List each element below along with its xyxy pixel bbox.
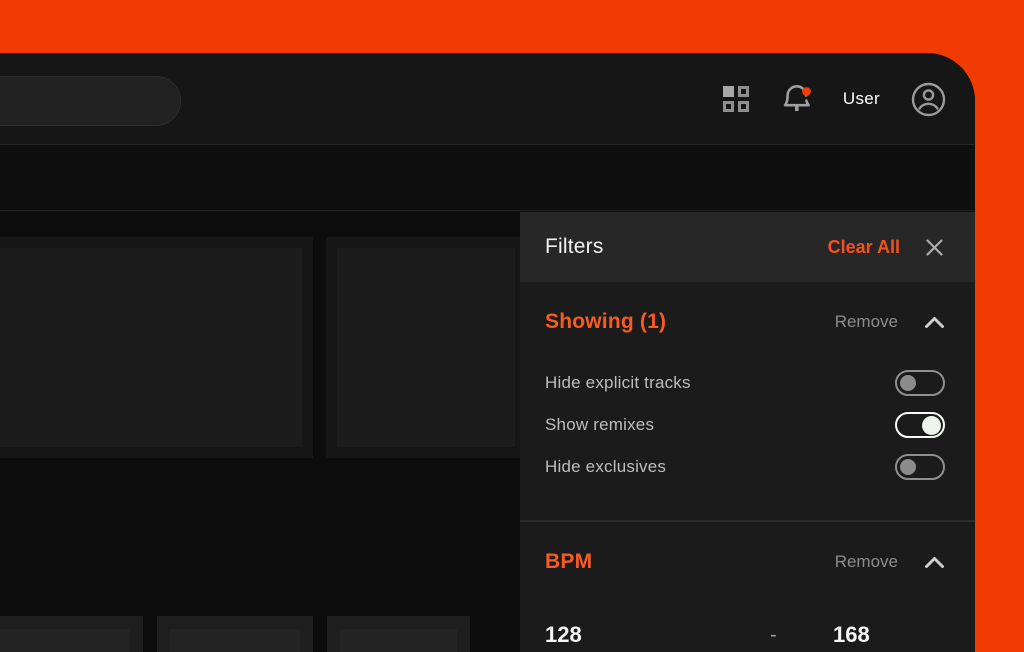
toggle-label: Hide exclusives xyxy=(545,457,666,477)
bpm-range-separator: - xyxy=(747,624,833,647)
search-input[interactable] xyxy=(0,76,181,126)
chevron-up-icon[interactable] xyxy=(924,316,945,329)
remove-filter-button[interactable]: Remove xyxy=(835,552,898,572)
content-card[interactable] xyxy=(326,237,526,458)
bpm-range-row: 128 - 168 xyxy=(545,622,945,648)
toggle-knob xyxy=(900,459,916,475)
toggle-list: Hide explicit tracks Show remixes Hide e… xyxy=(545,366,945,484)
account-avatar-icon[interactable] xyxy=(910,81,947,118)
apps-grid-icon[interactable] xyxy=(721,84,751,114)
close-icon[interactable] xyxy=(924,237,945,258)
toggle-knob xyxy=(900,375,916,391)
filter-section-bpm: BPM Remove 128 - 168 xyxy=(520,520,975,648)
toolbar-strip xyxy=(0,146,975,211)
bpm-min-field[interactable]: 128 xyxy=(545,622,747,648)
chevron-up-icon[interactable] xyxy=(924,556,945,569)
notification-bell-icon[interactable] xyxy=(781,81,813,117)
content-card[interactable] xyxy=(0,616,143,652)
filter-section-showing: Showing (1) Remove Hide explicit tracks xyxy=(520,308,975,484)
card-artwork xyxy=(170,629,300,652)
toggle-switch-hide-explicit[interactable] xyxy=(895,370,945,396)
clear-all-button[interactable]: Clear All xyxy=(828,237,900,258)
toggle-label: Show remixes xyxy=(545,415,654,435)
content-card[interactable] xyxy=(327,616,470,652)
filters-panel: Filters Clear All Showing (1) Remove xyxy=(520,212,975,652)
content-card[interactable] xyxy=(0,237,313,458)
section-title: Showing (1) xyxy=(545,310,666,334)
toggle-row-show-remixes: Show remixes xyxy=(545,408,945,442)
toggle-switch-hide-exclusives[interactable] xyxy=(895,454,945,480)
toggle-row-hide-exclusives: Hide exclusives xyxy=(545,450,945,484)
top-navigation-bar: User xyxy=(0,53,975,145)
card-artwork xyxy=(340,629,457,652)
main-content: Filters Clear All Showing (1) Remove xyxy=(0,212,975,652)
app-window: User Filters Clear All xyxy=(0,53,975,652)
toggle-knob xyxy=(922,416,941,435)
filters-panel-header: Filters Clear All xyxy=(520,212,975,282)
section-header: BPM Remove xyxy=(545,548,945,576)
section-title: BPM xyxy=(545,550,592,574)
bpm-max-field[interactable]: 168 xyxy=(833,622,870,648)
filters-title: Filters xyxy=(545,235,604,259)
user-name-label[interactable]: User xyxy=(843,89,880,109)
card-artwork xyxy=(337,248,515,447)
card-artwork xyxy=(0,248,302,447)
toggle-row-hide-explicit: Hide explicit tracks xyxy=(545,366,945,400)
toggle-switch-show-remixes[interactable] xyxy=(895,412,945,438)
topbar-right-cluster: User xyxy=(721,53,947,145)
remove-filter-button[interactable]: Remove xyxy=(835,312,898,332)
toggle-label: Hide explicit tracks xyxy=(545,373,691,393)
content-card[interactable] xyxy=(157,616,313,652)
card-artwork xyxy=(0,629,130,652)
section-header: Showing (1) Remove xyxy=(545,308,945,336)
